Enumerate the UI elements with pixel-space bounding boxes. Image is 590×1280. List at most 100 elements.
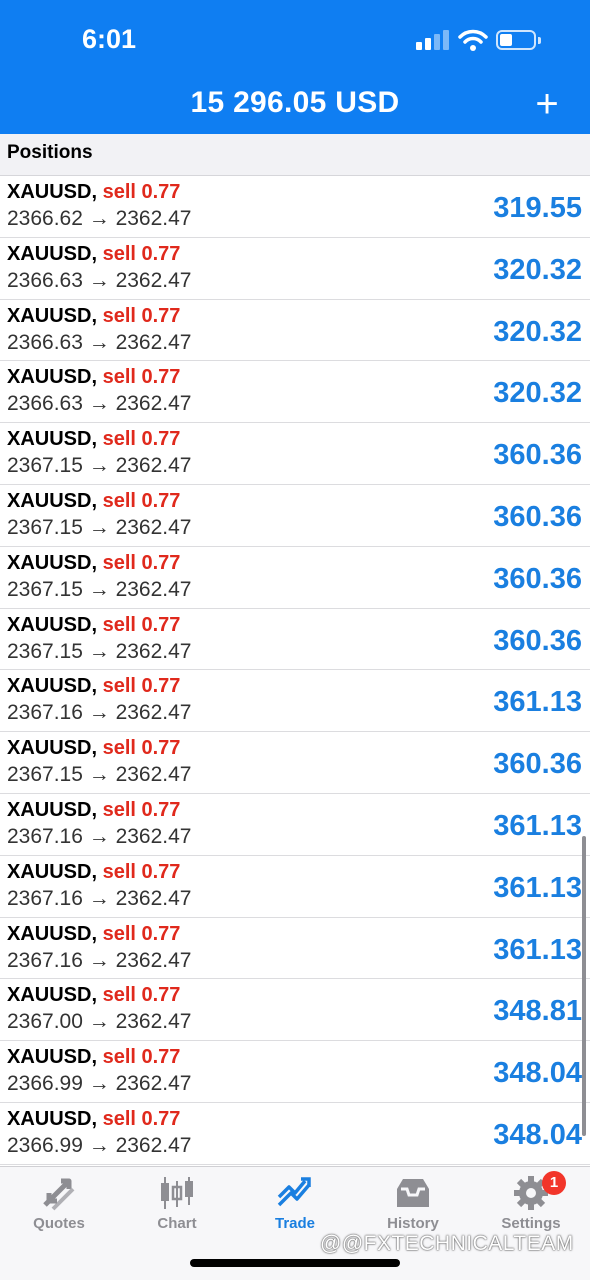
positions-header: Positions <box>0 134 590 176</box>
position-profit: 361.13 <box>493 933 582 966</box>
tab-chart[interactable]: Chart <box>118 1167 236 1237</box>
symbol-label: XAUUSD, <box>7 242 98 265</box>
position-symbol: XAUUSD, sell 0.77 <box>7 243 180 266</box>
watermark: @@FXTECHNICALTEAM <box>320 1232 574 1255</box>
position-profit: 320.32 <box>493 377 582 410</box>
position-profit: 348.04 <box>493 1118 582 1151</box>
trade-side-volume: sell 0.77 <box>102 737 181 760</box>
position-row[interactable]: XAUUSD, sell 0.77 2367.15 → 2362.47 360.36 <box>0 484 590 547</box>
wifi-icon <box>458 29 488 51</box>
position-row[interactable]: XAUUSD, sell 0.77 2367.15 → 2362.47 360.36 <box>0 608 590 671</box>
symbol-label: XAUUSD, <box>7 489 98 512</box>
symbol-label: XAUUSD, <box>7 1107 98 1130</box>
position-row[interactable]: XAUUSD, sell 0.77 2367.15 → 2362.47 360.36 <box>0 546 590 609</box>
position-row[interactable]: XAUUSD, sell 0.77 2366.62 → 2362.47 319.55 <box>0 176 590 238</box>
position-symbol: XAUUSD, sell 0.77 <box>7 552 180 575</box>
trade-side-volume: sell 0.77 <box>102 242 181 265</box>
position-symbol: XAUUSD, sell 0.77 <box>7 305 180 328</box>
open-current-price: 2367.15 → 2362.47 <box>7 454 192 478</box>
open-current-price: 2366.99 → 2362.47 <box>7 1072 192 1096</box>
tab-settings[interactable]: Settings <box>472 1167 590 1237</box>
position-symbol: XAUUSD, sell 0.77 <box>7 923 180 946</box>
open-current-price: 2366.99 → 2362.47 <box>7 1133 192 1157</box>
position-row[interactable]: XAUUSD, sell 0.77 2367.15 → 2362.47 360.36 <box>0 732 590 794</box>
position-symbol: XAUUSD, sell 0.77 <box>7 861 180 884</box>
cellular-signal-icon <box>416 28 450 52</box>
position-symbol: XAUUSD, sell 0.77 <box>7 1046 180 1069</box>
position-row[interactable]: XAUUSD, sell 0.77 2366.99 → 2362.47 348.04 <box>0 1041 590 1103</box>
add-position-button[interactable]: + <box>527 84 567 124</box>
open-current-price: 2367.16 → 2362.47 <box>7 886 192 910</box>
tab-label: Settings <box>501 1215 561 1232</box>
position-row[interactable]: XAUUSD, sell 0.77 2366.63 → 2362.47 320.32 <box>0 299 590 362</box>
open-current-price: 2366.63 → 2362.47 <box>7 392 192 416</box>
position-profit: 360.36 <box>493 624 582 657</box>
tab-label: Chart <box>157 1215 197 1232</box>
history-icon <box>397 1179 429 1207</box>
tab-history[interactable]: History <box>354 1167 472 1237</box>
position-profit: 360.36 <box>493 500 582 533</box>
position-symbol: XAUUSD, sell 0.77 <box>7 799 180 822</box>
position-symbol: XAUUSD, sell 0.77 <box>7 428 180 451</box>
position-symbol: XAUUSD, sell 0.77 <box>7 1108 180 1131</box>
settings-notification-badge: 1 <box>542 1171 566 1195</box>
symbol-label: XAUUSD, <box>7 798 98 821</box>
position-row[interactable]: XAUUSD, sell 0.77 2367.00 → 2362.47 348.81 <box>0 979 590 1042</box>
symbol-label: XAUUSD, <box>7 922 98 945</box>
position-row[interactable]: XAUUSD, sell 0.77 2367.16 → 2362.47 361.13 <box>0 917 590 980</box>
position-symbol: XAUUSD, sell 0.77 <box>7 984 180 1007</box>
trade-side-volume: sell 0.77 <box>102 984 181 1007</box>
symbol-label: XAUUSD, <box>7 366 98 389</box>
open-current-price: 2367.15 → 2362.47 <box>7 639 192 663</box>
tab-quotes[interactable]: Quotes <box>0 1167 118 1237</box>
position-symbol: XAUUSD, sell 0.77 <box>7 614 180 637</box>
chart-icon <box>161 1177 193 1209</box>
trade-side-volume: sell 0.77 <box>102 613 181 636</box>
position-row[interactable]: XAUUSD, sell 0.77 2367.15 → 2362.47 360.36 <box>0 423 590 485</box>
position-row[interactable]: XAUUSD, sell 0.77 2366.63 → 2362.47 320.32 <box>0 237 590 300</box>
trade-side-volume: sell 0.77 <box>102 551 181 574</box>
trade-side-volume: sell 0.77 <box>102 366 181 389</box>
trade-side-volume: sell 0.77 <box>102 860 181 883</box>
open-current-price: 2367.16 → 2362.47 <box>7 824 192 848</box>
position-row[interactable]: XAUUSD, sell 0.77 2366.99 → 2362.47 348.04 <box>0 1102 590 1165</box>
open-current-price: 2366.63 → 2362.47 <box>7 268 192 292</box>
positions-list: XAUUSD, sell 0.77 2366.62 → 2362.47 319.55… <box>0 176 590 1165</box>
position-profit: 361.13 <box>493 686 582 719</box>
position-row[interactable]: XAUUSD, sell 0.77 2367.16 → 2362.47 361.13 <box>0 855 590 918</box>
tab-trade[interactable]: Trade <box>236 1167 354 1237</box>
position-profit: 348.81 <box>493 995 582 1028</box>
symbol-label: XAUUSD, <box>7 984 98 1007</box>
position-profit: 360.36 <box>493 439 582 472</box>
open-current-price: 2367.15 → 2362.47 <box>7 515 192 539</box>
position-row[interactable]: XAUUSD, sell 0.77 2366.63 → 2362.47 320.32 <box>0 361 590 424</box>
home-indicator[interactable] <box>190 1259 400 1267</box>
position-row[interactable]: XAUUSD, sell 0.77 2367.16 → 2362.47 361.13 <box>0 670 590 733</box>
account-balance: 15 296.05 USD <box>190 86 400 119</box>
position-profit: 320.32 <box>493 315 582 348</box>
symbol-label: XAUUSD, <box>7 1046 98 1069</box>
position-symbol: XAUUSD, sell 0.77 <box>7 366 180 389</box>
position-symbol: XAUUSD, sell 0.77 <box>7 181 180 204</box>
tab-label: Quotes <box>33 1215 85 1232</box>
trade-side-volume: sell 0.77 <box>102 304 181 327</box>
trade-icon <box>277 1177 311 1207</box>
scrollbar[interactable] <box>582 836 586 1136</box>
trade-side-volume: sell 0.77 <box>102 922 181 945</box>
open-current-price: 2366.62 → 2362.47 <box>7 207 192 230</box>
position-profit: 320.32 <box>493 253 582 286</box>
position-profit: 348.04 <box>493 1057 582 1090</box>
quotes-icon <box>43 1178 75 1211</box>
tab-label: History <box>387 1215 439 1232</box>
tab-label: Trade <box>274 1215 316 1232</box>
app-header: 6:01 15 296.05 USD + <box>0 0 590 134</box>
position-row[interactable]: XAUUSD, sell 0.77 2367.16 → 2362.47 361.13 <box>0 793 590 856</box>
symbol-label: XAUUSD, <box>7 428 98 451</box>
symbol-label: XAUUSD, <box>7 860 98 883</box>
position-profit: 360.36 <box>493 562 582 595</box>
trade-side-volume: sell 0.77 <box>102 181 181 203</box>
position-symbol: XAUUSD, sell 0.77 <box>7 737 180 760</box>
trade-side-volume: sell 0.77 <box>102 1107 181 1130</box>
open-current-price: 2367.15 → 2362.47 <box>7 577 192 601</box>
trade-side-volume: sell 0.77 <box>102 675 181 698</box>
